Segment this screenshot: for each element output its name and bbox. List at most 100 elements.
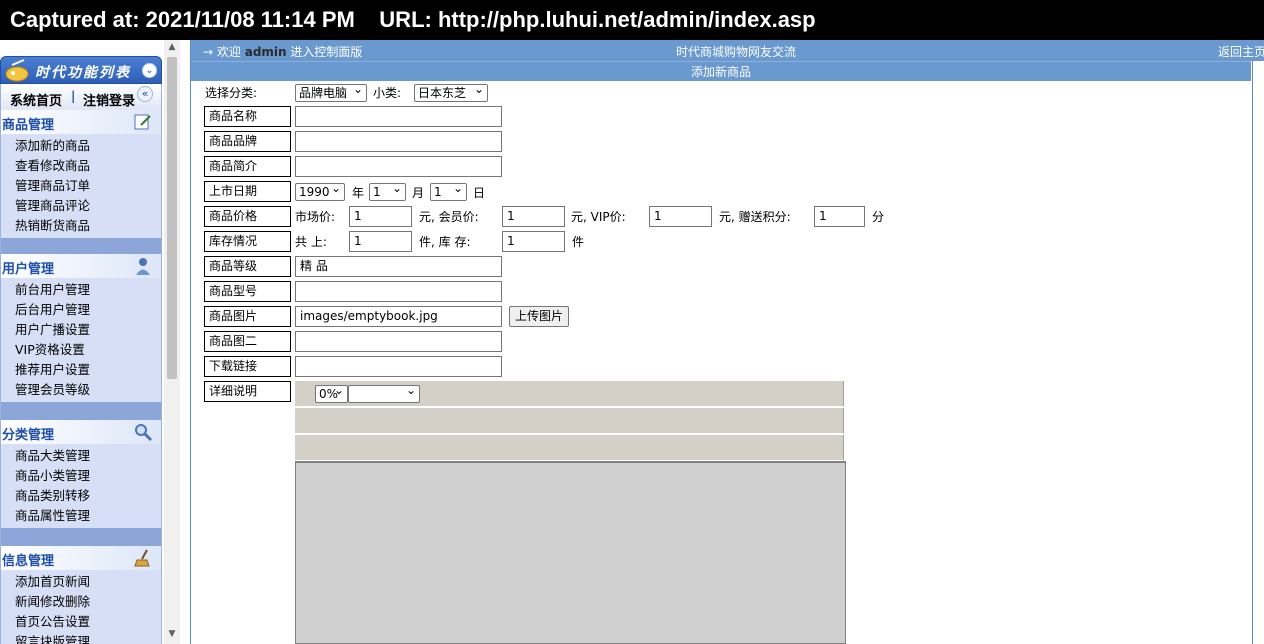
group-users: 用户管理 前台用户管理 后台用户管理 用户广播设置 VIP资格设置 推荐用户设置… bbox=[0, 254, 162, 420]
model-label: 商品型号 bbox=[204, 281, 291, 302]
subcategory-select[interactable]: 日本东芝 bbox=[414, 81, 488, 102]
menu-item[interactable]: 首页公告设置 bbox=[1, 612, 161, 632]
month-select[interactable]: 1 bbox=[369, 180, 406, 201]
scroll-up-icon[interactable]: ▲ bbox=[167, 42, 177, 54]
group-title: 用户管理 bbox=[2, 262, 55, 277]
menu-item[interactable]: 商品属性管理 bbox=[1, 506, 161, 526]
group-items: 前台用户管理 后台用户管理 用户广播设置 VIP资格设置 推荐用户设置 管理会员… bbox=[0, 278, 162, 402]
community-link[interactable]: 时代商城购物网友交流 bbox=[676, 43, 796, 60]
market-price-input[interactable]: 1 bbox=[349, 206, 412, 227]
edit-icon bbox=[134, 114, 151, 130]
group-header[interactable]: 用户管理 bbox=[0, 254, 162, 278]
menu-item[interactable]: 商品大类管理 bbox=[1, 446, 161, 466]
brand-input[interactable] bbox=[295, 131, 502, 152]
year-unit: 年 bbox=[352, 186, 365, 200]
group-goods: 商品管理 添加新的商品 查看修改商品 管理商品订单 管理商品评论 热销断货商品 bbox=[0, 110, 162, 256]
capture-banner: Captured at: 2021/11/08 11:14 PM URL: ht… bbox=[0, 0, 1264, 40]
user-icon bbox=[136, 258, 150, 275]
year-select[interactable]: 1990 bbox=[295, 180, 345, 201]
upload-image-button[interactable]: 上传图片 bbox=[509, 306, 570, 327]
search-icon bbox=[135, 424, 153, 442]
menu-item[interactable]: 留言块版管理 bbox=[1, 632, 161, 644]
name-label: 商品名称 bbox=[204, 106, 291, 127]
menu-item[interactable]: 管理商品订单 bbox=[1, 176, 161, 196]
menu-item[interactable]: 商品类别转移 bbox=[1, 486, 161, 506]
menu-item[interactable]: 商品小类管理 bbox=[1, 466, 161, 486]
home-link[interactable]: 系统首页 bbox=[10, 90, 62, 109]
welcome-text: → 欢迎 admin 进入控制面版 bbox=[203, 43, 362, 60]
day-select[interactable]: 1 bbox=[430, 180, 467, 201]
group-header[interactable]: 分类管理 bbox=[0, 420, 162, 444]
group-items: 添加首页新闻 新闻修改删除 首页公告设置 留言块版管理 bbox=[0, 570, 162, 644]
points-label: 元, 赠送积分: bbox=[719, 210, 791, 224]
member-price-input[interactable]: 1 bbox=[502, 206, 565, 227]
format-select[interactable] bbox=[348, 382, 420, 403]
menu-item[interactable]: 前台用户管理 bbox=[1, 280, 161, 300]
group-categories: 分类管理 商品大类管理 商品小类管理 商品类别转移 商品属性管理 bbox=[0, 420, 162, 546]
image-input[interactable]: images/emptybook.jpg bbox=[295, 306, 502, 327]
menu-item[interactable]: 添加首页新闻 bbox=[1, 572, 161, 592]
image-label: 商品图片 bbox=[204, 306, 291, 327]
image2-label: 商品图二 bbox=[204, 331, 291, 352]
editor-toolbar-1: 0% bbox=[295, 381, 844, 407]
image2-input[interactable] bbox=[295, 331, 502, 352]
collapse-left-icon[interactable]: « bbox=[137, 86, 153, 102]
sidebar-nav: 系统首页 | 注销登录 « bbox=[0, 84, 162, 110]
shelf-input[interactable]: 1 bbox=[349, 231, 412, 252]
sidebar-scrollbar[interactable]: ▲ ▼ bbox=[164, 40, 180, 644]
zoom-select[interactable]: 0% bbox=[315, 382, 348, 403]
enter-panel-label: 进入控制面版 bbox=[290, 45, 363, 59]
grade-input[interactable]: 精 品 bbox=[295, 256, 502, 277]
nav-separator: | bbox=[71, 89, 76, 103]
scroll-down-icon[interactable]: ▼ bbox=[167, 629, 177, 641]
menu-item[interactable]: 用户广播设置 bbox=[1, 320, 161, 340]
logout-link[interactable]: 注销登录 bbox=[83, 90, 135, 109]
sidebar-title: 时代功能列表 bbox=[35, 65, 131, 81]
brand-label: 商品品牌 bbox=[204, 131, 291, 152]
intro-input[interactable] bbox=[295, 156, 502, 177]
detail-editor-area[interactable] bbox=[295, 461, 846, 644]
vip-price-label: 元, VIP价: bbox=[571, 210, 626, 224]
menu-item[interactable]: 新闻修改删除 bbox=[1, 592, 161, 612]
stock-input[interactable]: 1 bbox=[502, 231, 565, 252]
stock-label: 库存情况 bbox=[204, 231, 291, 252]
return-home-link[interactable]: 返回主页 bbox=[1218, 43, 1264, 60]
points-input[interactable]: 1 bbox=[814, 206, 865, 227]
menu-item[interactable]: 管理会员等级 bbox=[1, 380, 161, 400]
top-bar: → 欢迎 admin 进入控制面版 时代商城购物网友交流 返回主页 bbox=[191, 40, 1264, 61]
menu-item[interactable]: 添加新的商品 bbox=[1, 136, 161, 156]
menu-item[interactable]: 后台用户管理 bbox=[1, 300, 161, 320]
group-title: 信息管理 bbox=[2, 554, 55, 569]
intro-label: 商品简介 bbox=[204, 156, 291, 177]
main-frame: → 欢迎 admin 进入控制面版 时代商城购物网友交流 返回主页 添加新商品 … bbox=[190, 40, 1264, 644]
name-input[interactable] bbox=[295, 106, 502, 127]
group-header[interactable]: 信息管理 bbox=[0, 546, 162, 570]
welcome-label: 欢迎 bbox=[216, 45, 241, 59]
group-items: 商品大类管理 商品小类管理 商品类别转移 商品属性管理 bbox=[0, 444, 162, 528]
group-header[interactable]: 商品管理 bbox=[0, 110, 162, 134]
menu-item[interactable]: 推荐用户设置 bbox=[1, 360, 161, 380]
price-label: 商品价格 bbox=[204, 206, 291, 227]
vip-price-input[interactable]: 1 bbox=[649, 206, 712, 227]
model-input[interactable] bbox=[295, 281, 502, 302]
sidebar: 时代功能列表 ⌄ 系统首页 | 注销登录 « 商品管理 添加新的商品 查看修改商… bbox=[0, 40, 164, 644]
day-unit: 日 bbox=[473, 186, 486, 200]
group-title: 商品管理 bbox=[2, 118, 55, 133]
chevron-down-icon[interactable]: ⌄ bbox=[142, 63, 157, 78]
scroll-thumb[interactable] bbox=[167, 57, 177, 379]
stock-unit: 件 bbox=[572, 235, 585, 249]
menu-item[interactable]: VIP资格设置 bbox=[1, 340, 161, 360]
category-select[interactable]: 品牌电脑 bbox=[295, 81, 367, 102]
market-price-label: 市场价: bbox=[295, 210, 336, 224]
editor-toolbar-2 bbox=[295, 408, 844, 434]
menu-item[interactable]: 管理商品评论 bbox=[1, 196, 161, 216]
category-label: 选择分类: bbox=[205, 86, 258, 100]
broom-logo-icon bbox=[5, 59, 29, 82]
stock-qty-label: 件, 库 存: bbox=[419, 235, 471, 249]
menu-item[interactable]: 查看修改商品 bbox=[1, 156, 161, 176]
menu-item[interactable]: 热销断货商品 bbox=[1, 216, 161, 236]
group-divider bbox=[0, 528, 162, 546]
member-price-label: 元, 会员价: bbox=[419, 210, 479, 224]
download-input[interactable] bbox=[295, 356, 502, 377]
group-title: 分类管理 bbox=[2, 428, 55, 443]
